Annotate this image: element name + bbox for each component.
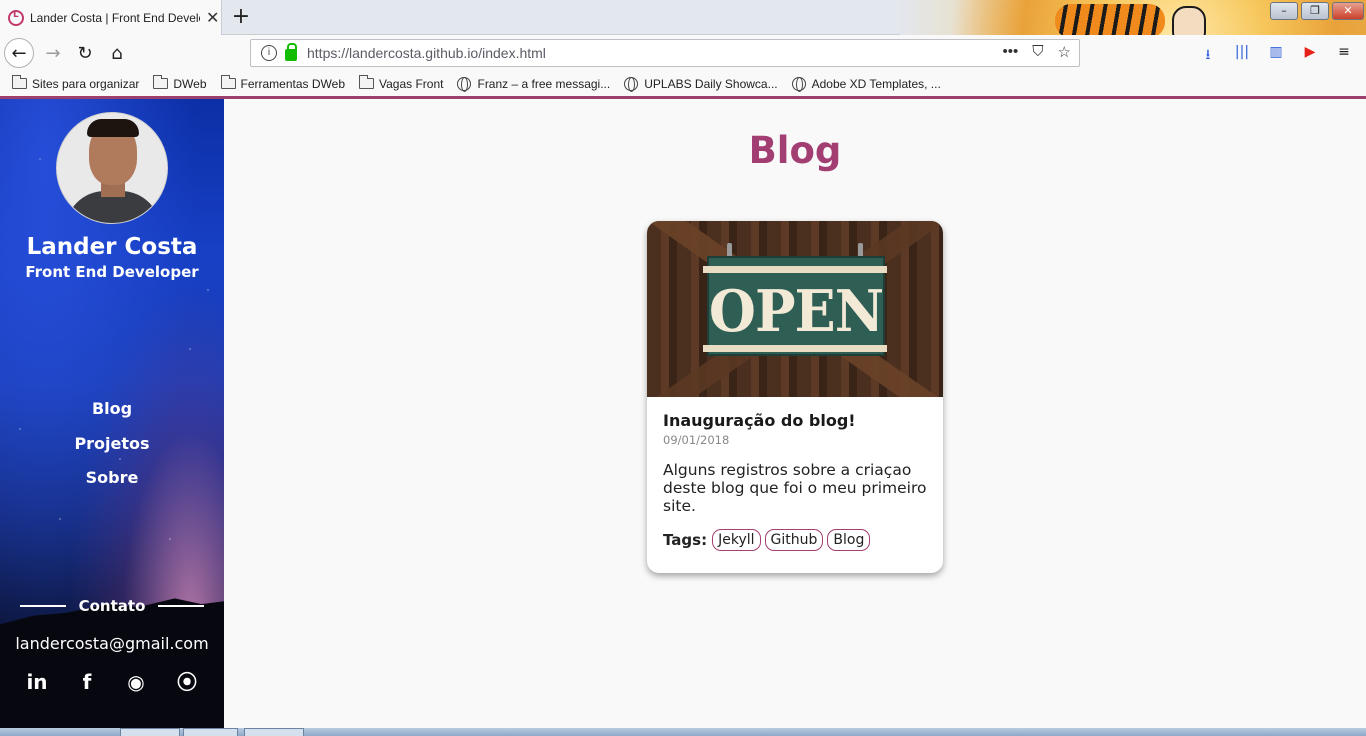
bookmark-folder[interactable]: Vagas Front [359,75,444,91]
post-date: 09/01/2018 [663,433,730,447]
bookmarks-toolbar: Sites para organizar DWeb Ferramentas DW… [0,71,1366,96]
social-links: in f ◉ ⦿ [0,669,224,699]
post-tags: Tags: Jekyll Github Blog [663,529,927,551]
globe-icon [791,76,806,92]
window-minimize-button[interactable]: – [1270,2,1298,20]
tag-github[interactable]: Github [764,529,824,551]
post-cover-image[interactable]: OPEN [647,221,943,397]
bookmark-label: Adobe XD Templates, ... [811,76,941,91]
site-favicon-icon [8,9,24,26]
navigation-toolbar: ← → ↻ ⌂ i https://landercosta.github.io/… [0,35,1366,71]
tags-label: Tags: [663,531,708,549]
taskbar-item[interactable] [183,728,238,736]
sign-trim [703,266,887,273]
window-maximize-button[interactable]: ❐ [1301,2,1329,20]
tab-close-icon[interactable]: ✕ [206,9,219,26]
bookmark-label: Vagas Front [379,76,444,91]
divider [19,605,66,607]
tag-blog[interactable]: Blog [827,529,871,551]
bookmark-link[interactable]: UPLABS Daily Showca... [624,76,778,92]
tab-title: Lander Costa | Front End Developer [30,10,200,25]
bookmark-label: Sites para organizar [32,76,140,91]
bookmark-folder[interactable]: Ferramentas DWeb [220,75,345,91]
post-card-body: Inauguração do blog! 09/01/2018 Alguns r… [663,411,927,551]
bookmark-star-icon[interactable]: ☆ [1058,43,1071,61]
post-card[interactable]: OPEN Inauguração do blog! 09/01/2018 Alg… [647,221,943,573]
bookmark-label: Ferramentas DWeb [240,76,345,91]
window-close-button[interactable]: ✕ [1332,2,1364,20]
linkedin-icon[interactable]: in [24,669,50,695]
folder-icon [153,75,169,89]
sidebar-icon[interactable]: ▥ [1268,44,1284,68]
contact-heading: Contato [0,597,224,615]
folder-icon [12,75,27,89]
secure-lock-icon[interactable] [285,43,297,61]
profile-role: Front End Developer [25,263,199,281]
bookmark-folder[interactable]: DWeb [153,75,207,91]
facebook-icon[interactable]: f [74,669,100,695]
page-title: Blog [748,129,842,172]
sidebar-item-sobre[interactable]: Sobre [0,464,224,499]
profile-name: Lander Costa [26,234,198,260]
back-button[interactable]: ← [4,38,34,68]
bookmark-label: DWeb [173,76,207,91]
contact-title: Contato [78,597,146,615]
forward-button[interactable]: → [38,38,68,68]
globe-icon [457,76,472,92]
sidebar: Lander Costa Front End Developer Blog Pr… [0,99,224,728]
avatar-hair [87,119,139,137]
sidebar-nav: Blog Projetos Sobre [0,395,224,499]
theme-tiger-illustration [1055,4,1165,38]
download-icon[interactable]: ⭳ [1200,44,1216,68]
address-bar-actions: ••• ⛉ ☆ [1003,43,1071,61]
bookmark-label: Franz – a free messagi... [477,76,611,91]
menu-icon[interactable]: ≡ [1336,44,1352,68]
home-button[interactable]: ⌂ [102,38,132,68]
browser-tab[interactable]: Lander Costa | Front End Developer ✕ [0,0,222,35]
site-info-icon[interactable]: i [261,45,277,61]
post-title[interactable]: Inauguração do blog! [663,411,927,430]
folder-icon [359,75,374,89]
youtube-icon[interactable]: ▶ [1302,44,1318,68]
toolbar-icons: ⭳ ||| ▥ ▶ ≡ [1200,44,1352,68]
url-text[interactable]: https://landercosta.github.io/index.html [307,45,546,61]
address-bar[interactable]: i https://landercosta.github.io/index.ht… [250,39,1080,67]
bookmark-link[interactable]: Adobe XD Templates, ... [791,76,941,92]
library-icon[interactable]: ||| [1234,44,1250,68]
web-page: Lander Costa Front End Developer Blog Pr… [0,99,1366,728]
github-icon[interactable]: ◉ [123,669,149,695]
os-taskbar [0,728,1366,736]
page-actions-icon[interactable]: ••• [1003,43,1019,61]
avatar [56,112,168,224]
bookmark-folder[interactable]: Sites para organizar [12,75,140,91]
divider [158,605,205,607]
pocket-icon[interactable]: ⛉ [1032,43,1043,61]
contact-email-link[interactable]: landercosta@gmail.com [0,634,224,653]
sidebar-item-projetos[interactable]: Projetos [0,430,224,465]
bookmark-label: UPLABS Daily Showca... [644,76,778,91]
new-tab-button[interactable]: + [228,4,254,30]
open-sign-text: OPEN [708,277,884,345]
globe-icon [624,76,639,92]
taskbar-item[interactable] [120,728,180,736]
sidebar-item-blog[interactable]: Blog [0,395,224,430]
bookmark-link[interactable]: Franz – a free messagi... [457,76,611,92]
folder-icon [220,75,236,89]
post-excerpt: Alguns registros sobre a criaçao deste b… [663,461,927,515]
reload-button[interactable]: ↻ [70,38,100,68]
rss-icon[interactable]: ⦿ [174,669,200,695]
taskbar-item[interactable] [244,728,304,736]
tag-jekyll[interactable]: Jekyll [712,529,761,551]
